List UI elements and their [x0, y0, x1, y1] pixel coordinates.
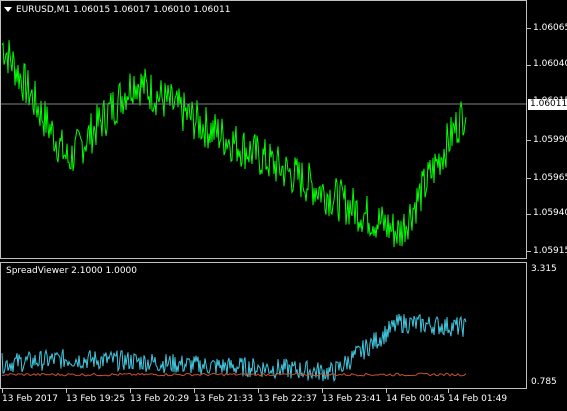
price-tick — [527, 214, 531, 215]
time-tick — [194, 389, 195, 393]
price-tick — [527, 65, 531, 66]
spread-low-path — [1, 372, 467, 377]
chart-menu-triangle-icon[interactable] — [4, 7, 12, 12]
chart-title: EURUSD,M1 1.06015 1.06017 1.06010 1.0601… — [4, 5, 230, 16]
spread-line-path — [1, 313, 467, 383]
time-label-3: 13 Feb 21:33 — [194, 394, 254, 404]
indicator-max-label: 3.315 — [531, 264, 557, 274]
current-price-label: 1.06011 — [528, 99, 567, 110]
time-label-2: 13 Feb 20:29 — [130, 394, 190, 404]
price-label-0: 1.06065 — [533, 23, 567, 33]
indicator-min-label: 0.785 — [531, 377, 557, 387]
spread-series-line — [1, 313, 467, 383]
time-label-6: 14 Feb 00:45 — [386, 394, 446, 404]
time-tick — [322, 389, 323, 393]
price-label-3: 1.05990 — [533, 135, 567, 145]
chart-canvas — [1, 40, 526, 383]
price-label-4: 1.05965 — [533, 173, 567, 183]
price-tick — [527, 140, 531, 141]
time-tick — [2, 389, 3, 393]
price-series-line — [1, 40, 467, 248]
time-label-5: 13 Feb 23:41 — [322, 394, 382, 404]
price-tick — [527, 28, 531, 29]
price-label-6: 1.05915 — [533, 246, 567, 256]
time-label-7: 14 Feb 01:49 — [448, 394, 508, 404]
price-line-path — [1, 40, 467, 248]
time-label-4: 13 Feb 22:37 — [258, 394, 318, 404]
price-label-5: 1.05940 — [533, 208, 567, 218]
time-tick — [66, 389, 67, 393]
indicator-title: SpreadViewer 2.1000 1.0000 — [6, 266, 137, 276]
time-label-0: 13 Feb 2017 — [2, 394, 59, 404]
price-tick — [527, 251, 531, 252]
price-tick — [527, 178, 531, 179]
time-tick — [448, 389, 449, 393]
time-tick — [258, 389, 259, 393]
price-label-1: 1.06040 — [533, 59, 567, 69]
time-label-1: 13 Feb 19:25 — [66, 394, 126, 404]
time-tick — [130, 389, 131, 393]
spread-low-line — [1, 372, 467, 377]
time-tick — [386, 389, 387, 393]
